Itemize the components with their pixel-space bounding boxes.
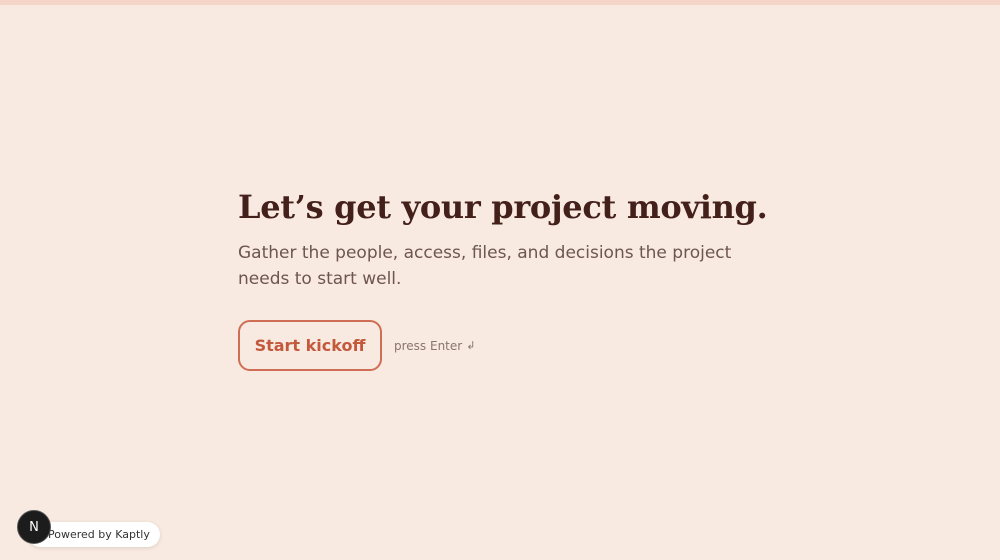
keyboard-hint-text: press Enter — [394, 338, 463, 353]
keyboard-hint: press Enter ↲ — [394, 339, 475, 353]
page-headline: Let’s get your project moving. — [238, 188, 768, 226]
enter-key-icon: ↲ — [466, 339, 476, 352]
page-subtitle: Gather the people, access, files, and de… — [238, 243, 732, 289]
top-accent-bar — [0, 0, 1000, 5]
n-logo-icon[interactable]: N — [17, 510, 51, 544]
hero-section: Let’s get your project moving. Gather th… — [238, 186, 798, 371]
start-kickoff-button[interactable]: Start kickoff — [238, 320, 382, 371]
n-logo-letter: N — [29, 519, 39, 535]
action-row: Start kickoff press Enter ↲ — [238, 320, 798, 371]
powered-by-text: Powered by Kaptly — [48, 528, 150, 541]
